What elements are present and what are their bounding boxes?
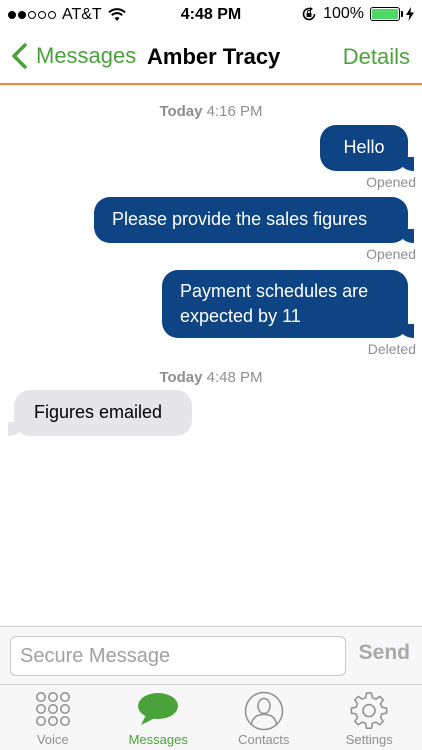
message-status: Opened xyxy=(366,246,416,262)
secure-message-input[interactable] xyxy=(10,636,346,676)
message-text: Payment schedules are expected by 11 xyxy=(180,281,369,326)
tab-contacts[interactable]: Contacts xyxy=(211,685,317,750)
chat-bubble-icon xyxy=(138,693,179,725)
gear-icon xyxy=(350,692,388,729)
outgoing-message-bubble[interactable]: Please provide the sales figures xyxy=(94,197,414,243)
battery-percentage: 100% xyxy=(323,5,364,22)
tab-settings[interactable]: Settings xyxy=(317,685,422,750)
details-button[interactable]: Details xyxy=(343,44,410,70)
tab-label: Contacts xyxy=(238,732,290,747)
message-composer: Send xyxy=(0,626,422,684)
chevron-left-icon xyxy=(12,43,27,69)
tab-voice[interactable]: Voice xyxy=(0,685,106,750)
tab-bar: Voice Messages Contacts Settings xyxy=(0,684,422,750)
outgoing-message-bubble[interactable]: Payment schedules are expected by 11 xyxy=(162,270,414,338)
navigation-bar: Messages Amber Tracy Details xyxy=(0,30,422,85)
voice-keypad-icon xyxy=(35,692,70,726)
tab-label: Voice xyxy=(36,732,69,747)
message-status: Opened xyxy=(366,174,416,190)
back-button-label: Messages xyxy=(36,43,137,68)
status-right: 100% xyxy=(301,5,414,23)
thread-timestamp: Today 4:48 PM xyxy=(159,369,263,386)
thread-timestamp: Today 4:16 PM xyxy=(159,103,263,120)
back-button[interactable]: Messages xyxy=(10,42,136,70)
message-thread[interactable]: Today 4:16 PM Hello Opened Please provid… xyxy=(0,86,422,626)
message-text: Figures emailed xyxy=(34,402,163,422)
message-status: Deleted xyxy=(367,341,416,357)
conversation-title: Amber Tracy xyxy=(147,44,281,69)
send-button[interactable]: Send xyxy=(359,641,410,665)
message-text: Hello xyxy=(343,137,385,157)
rotation-lock-icon xyxy=(302,7,316,21)
incoming-message-bubble[interactable]: Figures emailed xyxy=(8,390,192,436)
tab-label: Settings xyxy=(345,732,393,747)
charging-bolt-icon xyxy=(406,7,414,21)
outgoing-message-bubble[interactable]: Hello xyxy=(320,125,414,171)
contact-person-icon xyxy=(244,691,283,731)
tab-messages[interactable]: Messages xyxy=(106,685,212,750)
battery-fill xyxy=(372,9,398,19)
message-text: Please provide the sales figures xyxy=(112,209,368,229)
tab-label: Messages xyxy=(128,732,188,747)
battery-icon xyxy=(370,7,403,21)
status-bar: AT&T 4:48 PM 100% xyxy=(0,0,422,30)
